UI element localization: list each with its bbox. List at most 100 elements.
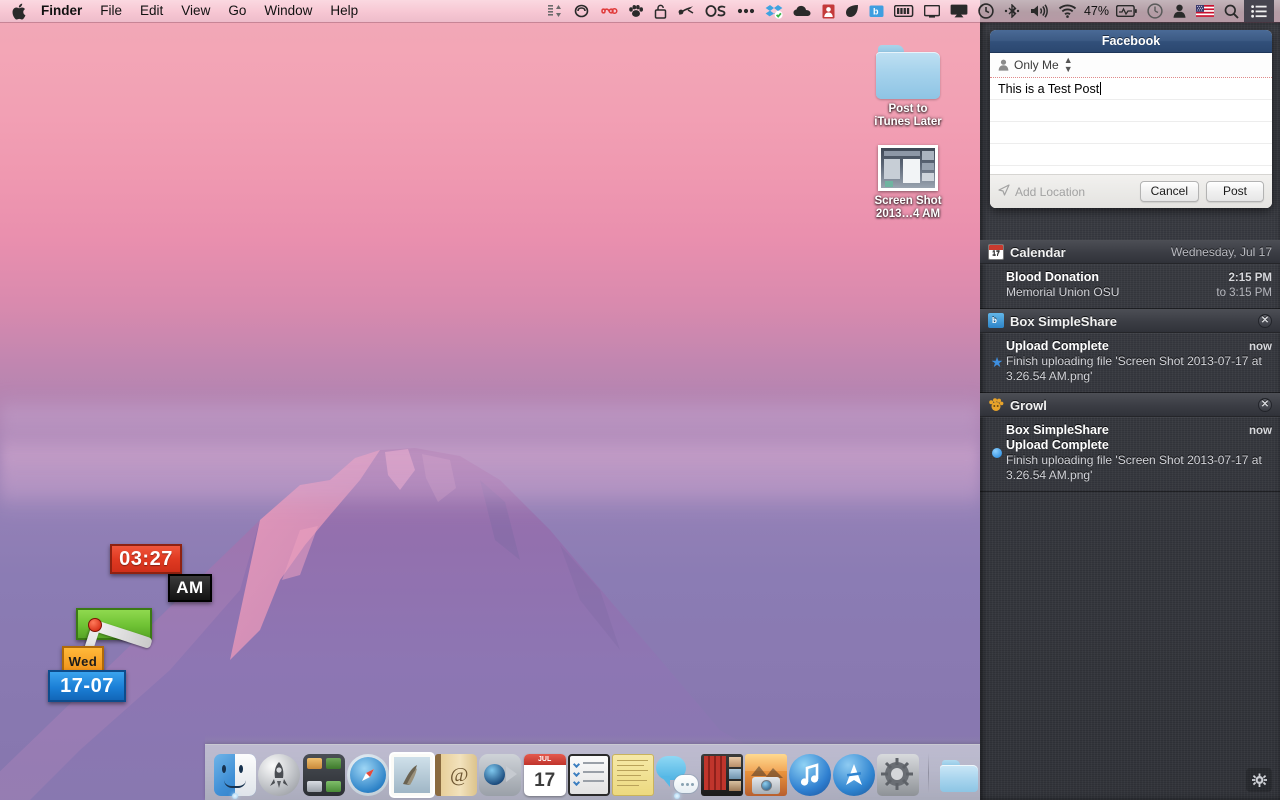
menu-item-view[interactable]: View	[172, 2, 219, 20]
notification-item[interactable]: ★ Upload Complete now Finish uploading f…	[980, 333, 1280, 393]
dropbox-icon[interactable]	[760, 0, 788, 22]
notification-time: 2:15 PM	[1228, 272, 1272, 284]
launchpad-icon	[258, 754, 301, 796]
activity-monitor-icon[interactable]	[1111, 0, 1142, 22]
gear-icon[interactable]	[1246, 768, 1272, 792]
menu-item-edit[interactable]: Edit	[131, 2, 172, 20]
notification-item[interactable]: Blood Donation 2:15 PM Memorial Union OS…	[980, 264, 1280, 309]
dock-stack-documents[interactable]	[937, 750, 979, 796]
notes-icon	[612, 754, 655, 796]
post-button[interactable]: Post	[1206, 181, 1264, 202]
search-icon[interactable]	[1219, 0, 1244, 22]
cloud-icon[interactable]	[788, 0, 817, 22]
safari-compass-icon	[346, 754, 389, 796]
dock-item-contacts[interactable]: @	[435, 750, 478, 796]
dock-item-mail[interactable]	[390, 750, 433, 796]
contacts-book-icon: @	[435, 754, 478, 796]
menu-bar[interactable]: Finder File Edit View Go Window Help b 4…	[0, 0, 1280, 22]
notification-section-header-box-simpleshare[interactable]: b Box SimpleShare ✕	[980, 309, 1280, 333]
dock-item-calendar[interactable]: JUL 17	[523, 750, 566, 796]
desktop-icon-label-line1: Screen Shot	[874, 195, 942, 207]
os-icon[interactable]	[700, 0, 732, 22]
battery-percent-label[interactable]: 47%	[1082, 4, 1111, 18]
facebook-post-textarea[interactable]: This is a Test Post	[990, 78, 1272, 174]
desktop-wallpaper[interactable]: Post to iTunes Later Screen Shot 2013…4 …	[0, 0, 980, 800]
running-indicator	[674, 793, 681, 799]
notification-title: Upload Complete	[1006, 339, 1109, 353]
desktop-icon-screenshot[interactable]: Screen Shot 2013…4 AM	[853, 145, 963, 221]
sort-arrows-icon[interactable]	[542, 0, 568, 22]
display-icon[interactable]	[919, 0, 945, 22]
notification-center-panel[interactable]: Facebook Only Me ▲▼ This is a Test Post	[980, 22, 1280, 800]
app-store-icon	[833, 754, 876, 796]
facebook-share-sheet[interactable]: Facebook Only Me ▲▼ This is a Test Post	[990, 30, 1272, 208]
dock-item-facetime[interactable]	[479, 750, 522, 796]
dock-item-imovie[interactable]	[700, 750, 743, 796]
cloud-band-lower	[0, 460, 980, 520]
facebook-privacy-selector[interactable]: Only Me ▲ ▼	[990, 53, 1272, 78]
notification-title: Blood Donation	[1006, 270, 1100, 284]
user-icon[interactable]	[1168, 0, 1191, 22]
infinity-icon[interactable]	[595, 0, 623, 22]
notification-item[interactable]: Box SimpleShare now Upload Complete Fini…	[980, 417, 1280, 492]
menu-item-file[interactable]: File	[91, 2, 131, 20]
dock-item-mission-control[interactable]	[302, 750, 345, 796]
mouse-scroll-icon[interactable]	[672, 0, 700, 22]
person-icon	[998, 59, 1009, 71]
box-app-icon: b	[988, 313, 1004, 329]
dock-item-messages[interactable]	[656, 750, 699, 799]
dock-item-system-preferences[interactable]	[877, 750, 920, 796]
lock-open-icon[interactable]	[649, 0, 672, 22]
notification-list: 17 Calendar Wednesday, Jul 17 Blood Dona…	[980, 240, 1280, 800]
us-flag-icon[interactable]	[1191, 0, 1219, 22]
notification-section-header-growl[interactable]: Growl ✕	[980, 393, 1280, 417]
wifi-icon[interactable]	[1053, 0, 1082, 22]
volume-icon[interactable]	[1025, 0, 1053, 22]
close-icon[interactable]: ✕	[1258, 398, 1272, 412]
menu-app-name[interactable]: Finder	[36, 2, 91, 20]
close-icon[interactable]: ✕	[1258, 314, 1272, 328]
screenshot-thumbnail-icon	[878, 145, 938, 191]
dock[interactable]: @ JUL 17	[205, 735, 1077, 800]
clock-date-block: 17-07	[48, 670, 126, 702]
dock-item-finder[interactable]	[214, 750, 257, 799]
apple-logo-icon[interactable]	[11, 2, 27, 20]
add-location-button[interactable]: Add Location	[998, 184, 1085, 199]
dock-item-app-store[interactable]	[833, 750, 876, 796]
bartender-paw-icon[interactable]	[623, 0, 649, 22]
menu-item-help[interactable]: Help	[321, 2, 367, 20]
dock-item-launchpad[interactable]	[258, 750, 301, 796]
box-icon[interactable]: b	[864, 0, 889, 22]
battery-meter-icon[interactable]	[889, 0, 919, 22]
stepper-icon[interactable]: ▲ ▼	[1064, 56, 1073, 74]
facebook-sheet-title: Facebook	[990, 30, 1272, 53]
clock-icon[interactable]	[1142, 0, 1168, 22]
dock-item-reminders[interactable]	[567, 750, 610, 796]
growl-app-icon	[988, 397, 1004, 413]
desktop-icon-label-line2: iTunes Later	[874, 116, 942, 128]
svg-text:b: b	[873, 7, 879, 17]
menu-item-go[interactable]: Go	[219, 2, 255, 20]
time-machine-icon[interactable]	[973, 0, 999, 22]
ellipsis-icon[interactable]	[732, 0, 760, 22]
dock-item-notes[interactable]	[612, 750, 655, 796]
imovie-icon	[700, 754, 743, 796]
airplay-icon[interactable]	[945, 0, 973, 22]
menu-item-window[interactable]: Window	[255, 2, 321, 20]
notification-section-header-calendar[interactable]: 17 Calendar Wednesday, Jul 17	[980, 240, 1280, 264]
creative-cloud-icon[interactable]	[568, 0, 595, 22]
dock-item-iphoto[interactable]	[744, 750, 787, 796]
bluetooth-icon[interactable]	[999, 0, 1025, 22]
leaf-icon[interactable]	[840, 0, 864, 22]
dock-item-itunes[interactable]	[788, 750, 831, 796]
notification-center-icon[interactable]	[1244, 0, 1274, 22]
section-title: Box SimpleShare	[1010, 313, 1117, 329]
desktop-icon-folder[interactable]: Post to iTunes Later	[853, 45, 963, 129]
facetime-camera-icon	[479, 754, 522, 796]
cloud-band-upper	[0, 395, 980, 441]
address-book-icon[interactable]	[817, 0, 840, 22]
clock-time-block: 03:27	[110, 544, 182, 574]
dock-item-safari[interactable]	[346, 750, 389, 796]
notification-subtitle: Memorial Union OSU	[1006, 285, 1120, 299]
cancel-button[interactable]: Cancel	[1139, 181, 1199, 202]
